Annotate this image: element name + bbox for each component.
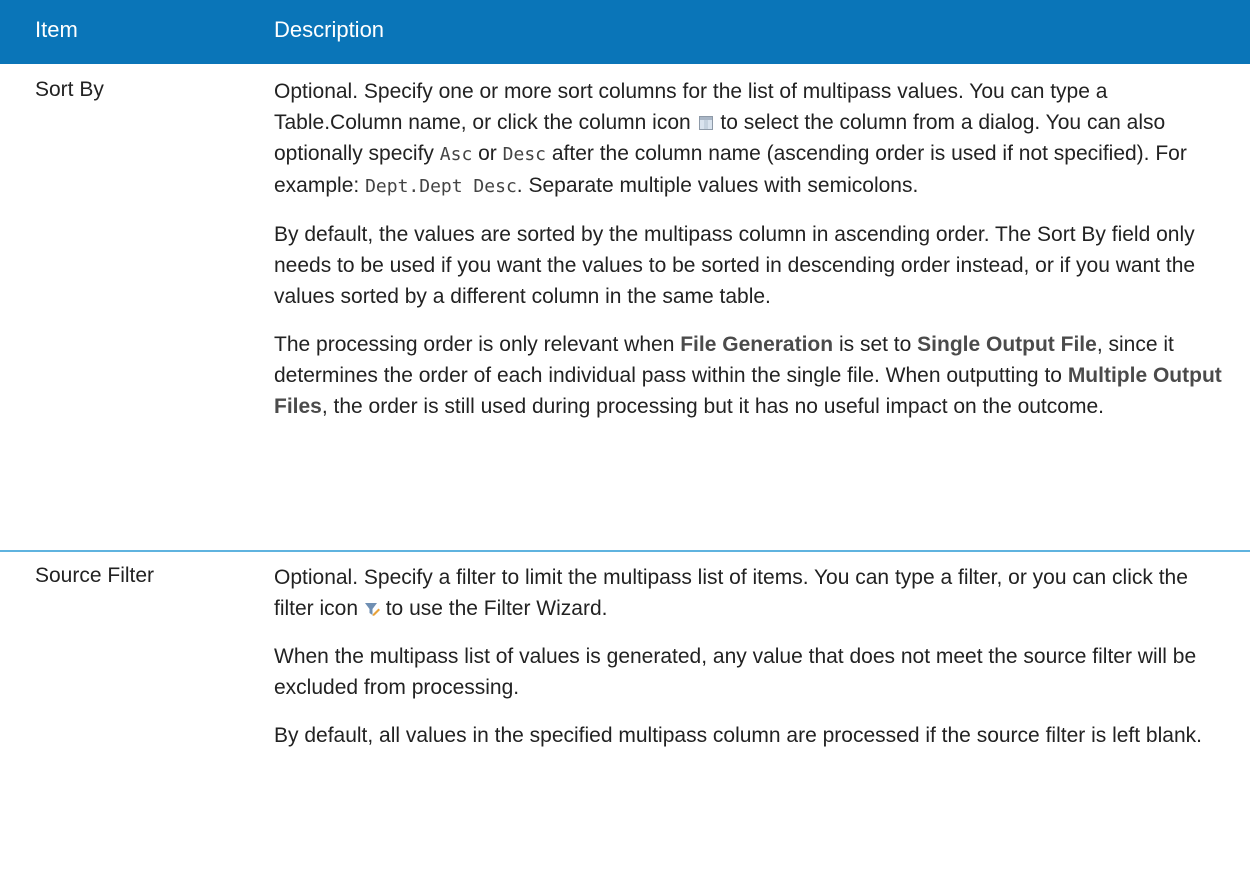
- term-single-output-file: Single Output File: [917, 333, 1097, 356]
- table-column-icon: [698, 116, 713, 130]
- row-item-label: Source Filter: [35, 564, 155, 587]
- code-asc: Asc: [439, 144, 473, 165]
- table-row-source-filter: Source Filter Optional. Specify a filter…: [0, 552, 1250, 872]
- header-item: Item: [35, 17, 78, 42]
- description-paragraph: When the multipass list of values is gen…: [274, 645, 1197, 699]
- code-example: Dept.Dept Desc: [365, 176, 517, 197]
- description-paragraph: By default, all values in the specified …: [274, 724, 1202, 747]
- code-desc: Desc: [502, 144, 547, 165]
- term-file-generation: File Generation: [680, 333, 834, 356]
- row-description: Optional. Specify a filter to limit the …: [274, 562, 1224, 751]
- description-paragraph: Optional. Specify a filter to limit the …: [274, 562, 1224, 624]
- desc-text: to use the Filter Wizard.: [385, 597, 608, 620]
- description-paragraph: By default, the values are sorted by the…: [274, 223, 1196, 308]
- filter-edit-icon: [364, 603, 380, 616]
- property-table: Item Description Sort By Optional. Speci…: [0, 0, 1250, 872]
- table-row-sort-by: Sort By Optional. Specify one or more so…: [0, 64, 1250, 552]
- row-description: Optional. Specify one or more sort colum…: [274, 76, 1224, 422]
- desc-text: is set to: [838, 333, 912, 356]
- description-paragraph: Optional. Specify one or more sort colum…: [274, 76, 1224, 202]
- header-description: Description: [274, 17, 385, 42]
- desc-text: or: [478, 142, 497, 165]
- desc-text: . Separate multiple values with semicolo…: [516, 174, 919, 197]
- desc-text: , the order is still used during process…: [321, 395, 1104, 418]
- table-header: Item Description: [0, 0, 1250, 64]
- desc-text: The processing order is only relevant wh…: [274, 333, 675, 356]
- row-item-label: Sort By: [35, 78, 104, 101]
- description-paragraph: The processing order is only relevant wh…: [274, 329, 1224, 422]
